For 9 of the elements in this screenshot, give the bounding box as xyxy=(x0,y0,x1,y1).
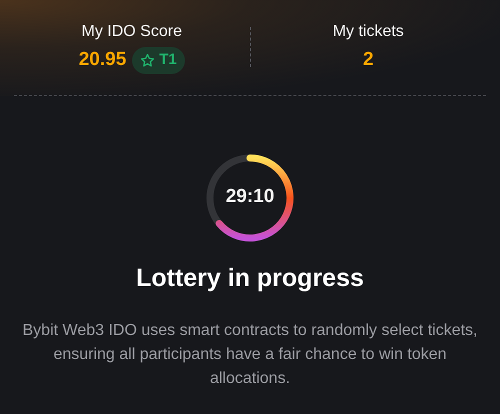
stat-label: My IDO Score xyxy=(82,22,182,42)
status-title: Lottery in progress xyxy=(136,262,364,294)
stat-label: My tickets xyxy=(332,22,404,42)
stat-value: 20.95 xyxy=(78,48,126,72)
stat-value: 2 xyxy=(362,48,374,72)
star-icon xyxy=(140,52,156,68)
countdown-time: 29:10 xyxy=(226,185,274,210)
tier-badge: T1 xyxy=(132,47,185,74)
description: Bybit Web3 IDO uses smart contracts to randomly select tickets, ensuring all participants have a fair chance to win token allocations. xyxy=(22,321,478,389)
